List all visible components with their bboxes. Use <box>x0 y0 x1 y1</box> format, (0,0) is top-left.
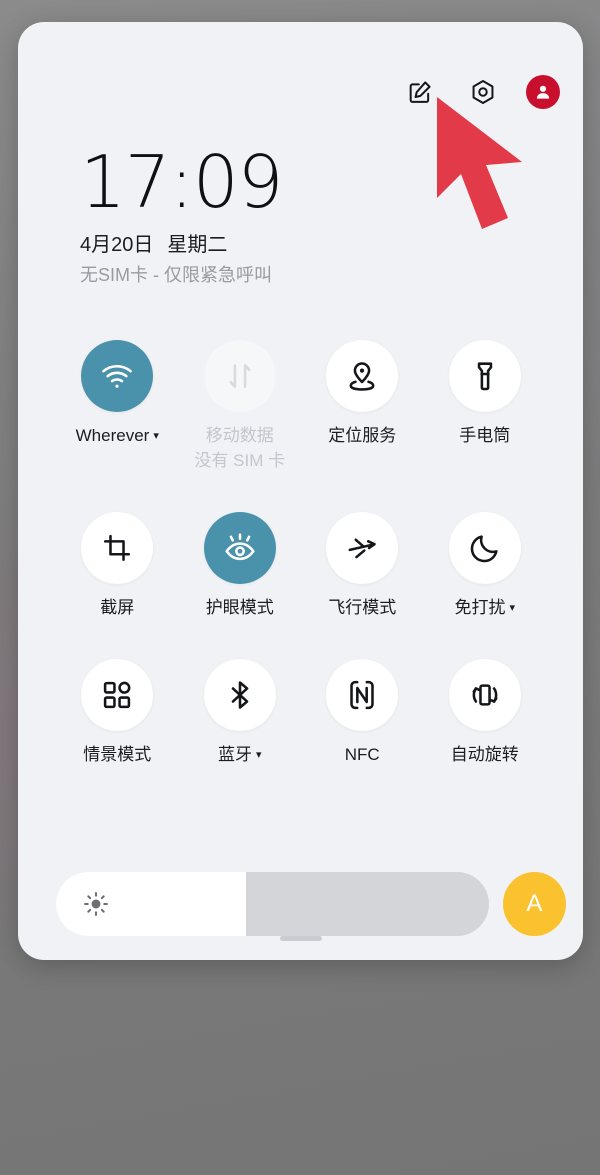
tile-mobile-data[interactable]: 移动数据没有 SIM 卡 <box>179 340 302 472</box>
brightness-row: A <box>56 872 566 936</box>
tile-label: 蓝牙 ▾ <box>217 744 262 766</box>
scene-mode-icon <box>81 659 154 731</box>
panel-drag-handle[interactable] <box>279 936 322 941</box>
quick-settings-grid: Wherever ▾ 移动数据 没有 SIM 卡定位服务 手电筒 截屏 护眼模式 飞行模式 免打… <box>56 340 546 766</box>
tile-label: 情景模式 <box>83 745 152 764</box>
sim-status-text: 无SIM卡 - 仅限紧急呼叫 <box>80 265 272 285</box>
eye-care-icon <box>203 512 276 584</box>
weekday-text: 星期二 <box>167 234 228 256</box>
tile-label: 护眼模式 <box>205 598 274 617</box>
screenshot-icon <box>81 512 154 584</box>
tile-airplane[interactable]: 飞行模式 <box>301 512 424 619</box>
tile-label: Wherever ▾ <box>75 425 159 447</box>
tile-screenshot[interactable]: 截屏 <box>56 512 179 619</box>
tile-moon[interactable]: 免打扰 ▾ <box>424 512 547 619</box>
tile-label: 定位服务 <box>328 426 397 445</box>
control-center-panel: 17:09 4月20日 星期二 无SIM卡 - 仅限紧急呼叫 Wherever ▾ 移… <box>18 22 583 960</box>
tile-auto-rotate[interactable]: 自动旋转 <box>424 659 547 766</box>
tile-eye-care[interactable]: 护眼模式 <box>179 512 302 619</box>
moon-icon <box>448 512 521 584</box>
location-icon <box>326 340 399 412</box>
tile-nfc[interactable]: NFC <box>301 659 424 766</box>
tile-label: 自动旋转 <box>450 745 519 764</box>
chevron-down-icon[interactable]: ▾ <box>153 425 159 447</box>
chevron-down-icon[interactable]: ▾ <box>509 597 515 619</box>
auto-brightness-label: A <box>526 890 543 917</box>
tile-label: NFC <box>344 745 380 764</box>
tile-label: 免打扰 ▾ <box>454 597 516 619</box>
tile-wifi[interactable]: Wherever ▾ <box>56 340 179 472</box>
tile-label: 手电筒 <box>459 426 511 445</box>
tile-location[interactable]: 定位服务 <box>301 340 424 472</box>
chevron-down-icon[interactable]: ▾ <box>256 744 262 766</box>
tile-flashlight[interactable]: 手电筒 <box>424 340 547 472</box>
auto-rotate-icon <box>448 659 521 731</box>
header-icon-row <box>400 72 560 112</box>
auto-brightness-button[interactable]: A <box>502 872 566 936</box>
edit-pencil-icon[interactable] <box>400 72 440 112</box>
bluetooth-icon <box>203 659 276 731</box>
tile-label: 移动数据 <box>205 426 274 445</box>
tile-bluetooth[interactable]: 蓝牙 ▾ <box>179 659 302 766</box>
clock-block: 17:09 4月20日 星期二 无SIM卡 - 仅限紧急呼叫 <box>80 140 283 287</box>
nfc-icon <box>326 659 399 731</box>
user-avatar-icon[interactable] <box>526 75 560 109</box>
wifi-icon <box>81 340 154 412</box>
brightness-sun-icon <box>82 890 110 918</box>
mobile-data-icon <box>203 340 276 412</box>
brightness-slider[interactable] <box>56 872 489 936</box>
tile-label: 截屏 <box>100 598 135 617</box>
tile-label: 飞行模式 <box>328 598 397 617</box>
clock-time: 17:09 <box>80 140 283 224</box>
tile-sublabel: 没有 SIM 卡 <box>194 451 286 470</box>
date-line: 4月20日 星期二 <box>80 232 283 258</box>
airplane-icon <box>326 512 399 584</box>
settings-gear-icon[interactable] <box>463 72 503 112</box>
flashlight-icon <box>448 340 521 412</box>
date-text: 4月20日 <box>80 234 154 256</box>
tile-scene-mode[interactable]: 情景模式 <box>56 659 179 766</box>
